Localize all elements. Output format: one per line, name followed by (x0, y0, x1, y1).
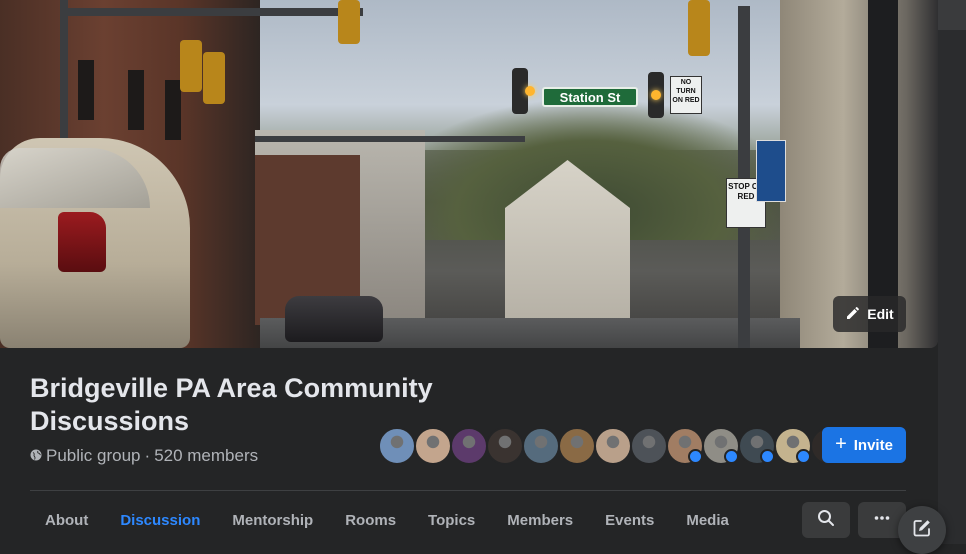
more-dots-icon (873, 509, 891, 532)
traffic-signal (180, 40, 202, 92)
cover-pole-arm (255, 136, 525, 142)
admin-badge-icon (796, 449, 811, 464)
cover-small-car (285, 296, 383, 342)
signal-light (651, 90, 661, 100)
member-avatar[interactable] (378, 427, 416, 465)
search-button[interactable] (802, 502, 850, 538)
globe-icon (30, 446, 42, 466)
admin-badge-icon (724, 449, 739, 464)
cover-pole-arm (68, 8, 363, 16)
tab-mentorship[interactable]: Mentorship (216, 500, 329, 540)
group-member-count[interactable]: 520 members (154, 446, 258, 466)
cover-window (165, 80, 181, 140)
search-icon (817, 509, 835, 532)
member-avatar[interactable] (630, 427, 668, 465)
signal-light (525, 86, 535, 96)
no-turn-sign: NO TURN ON RED (670, 76, 702, 114)
tab-media[interactable]: Media (670, 500, 745, 540)
library-sign (756, 140, 786, 202)
cover-window (78, 60, 94, 120)
member-avatar[interactable] (774, 427, 812, 465)
tab-topics[interactable]: Topics (412, 500, 491, 540)
new-message-button[interactable] (898, 506, 946, 554)
cover-car-taillight (58, 212, 106, 272)
member-avatar[interactable] (594, 427, 632, 465)
plus-icon: + (835, 433, 847, 455)
header-divider (30, 490, 906, 491)
cover-photo: Station St NO TURN ON RED STOP ON RED Ed… (0, 0, 938, 348)
tab-rooms[interactable]: Rooms (329, 500, 412, 540)
edit-label: Edit (867, 306, 894, 322)
tab-members[interactable]: Members (491, 500, 589, 540)
invite-button[interactable]: + Invite (822, 427, 906, 463)
edit-cover-button[interactable]: Edit (833, 296, 906, 332)
street-sign: Station St (542, 87, 638, 107)
right-strip-top (938, 0, 966, 30)
meta-separator: · (144, 446, 151, 465)
member-avatars (378, 427, 848, 465)
cover-pole (60, 0, 68, 140)
right-scroll-strip (938, 0, 966, 544)
tab-events[interactable]: Events (589, 500, 670, 540)
member-avatar[interactable] (702, 427, 740, 465)
group-privacy[interactable]: Public group (46, 446, 141, 466)
member-avatar[interactable] (522, 427, 560, 465)
traffic-signal (688, 0, 710, 56)
member-avatar[interactable] (486, 427, 524, 465)
tab-discussion[interactable]: Discussion (104, 500, 216, 540)
traffic-signal (203, 52, 225, 104)
cover-window (128, 70, 144, 130)
group-meta: Public group · 520 members (30, 446, 258, 466)
member-avatar[interactable] (558, 427, 596, 465)
member-avatar[interactable] (666, 427, 704, 465)
cover-pole (738, 6, 750, 348)
admin-badge-icon (688, 449, 703, 464)
member-avatar[interactable] (738, 427, 776, 465)
group-tabs: About Discussion Mentorship Rooms Topics Memb… (29, 500, 745, 540)
pencil-icon (845, 305, 861, 324)
admin-badge-icon (760, 449, 775, 464)
traffic-signal (338, 0, 360, 44)
invite-label: Invite (853, 436, 893, 454)
tab-about[interactable]: About (29, 500, 104, 540)
member-avatar[interactable] (450, 427, 488, 465)
compose-icon (912, 518, 932, 543)
member-avatar[interactable] (414, 427, 452, 465)
